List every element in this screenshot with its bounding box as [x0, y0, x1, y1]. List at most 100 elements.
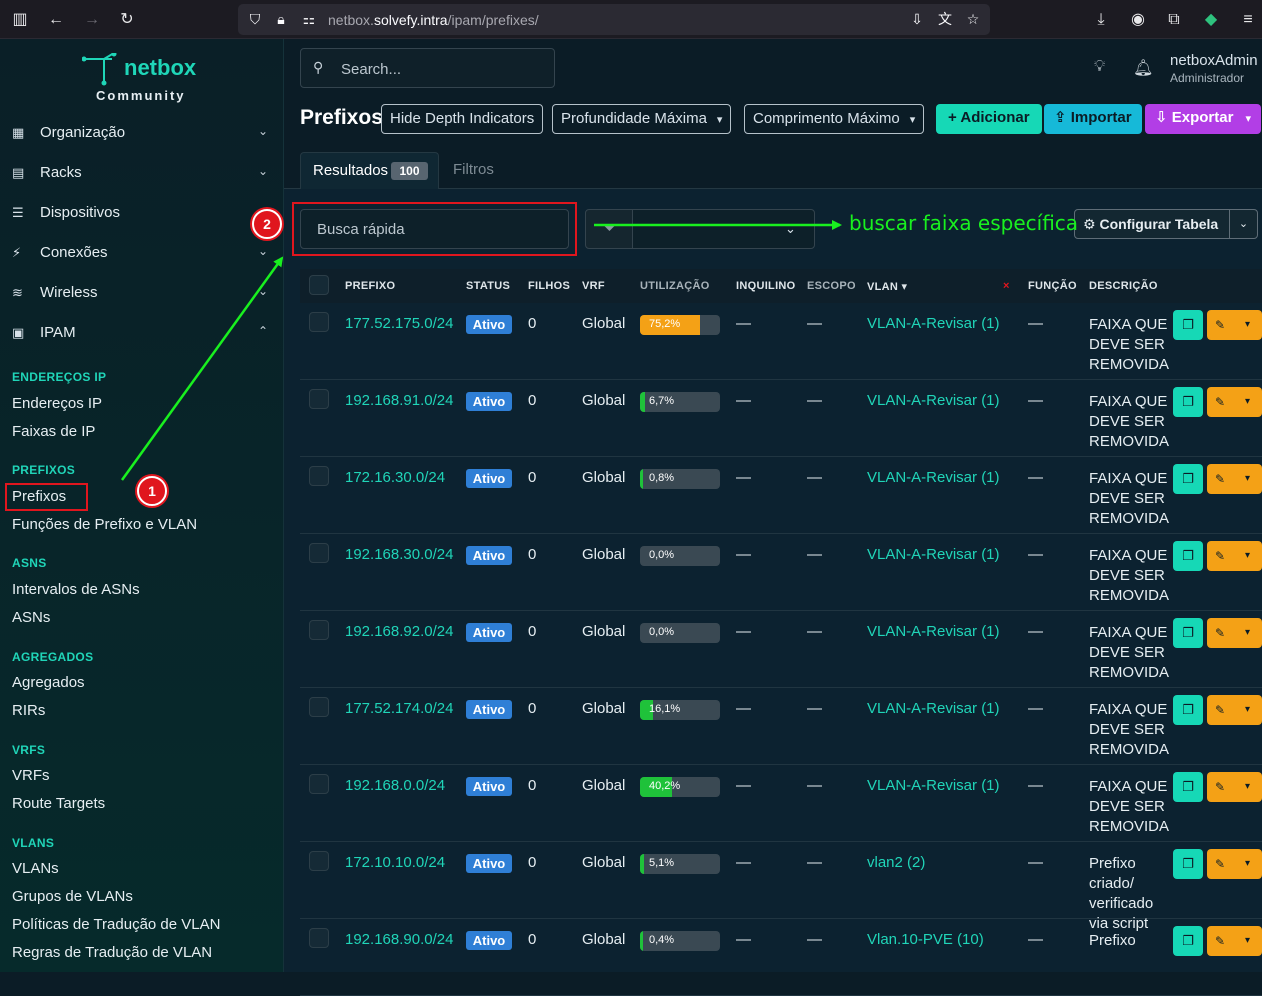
row-checkbox[interactable] — [309, 774, 329, 794]
add-button[interactable]: + Adicionar — [936, 104, 1042, 134]
global-search-input[interactable]: ⚲ Search... — [300, 48, 555, 88]
row-checkbox[interactable] — [309, 697, 329, 717]
tab-results[interactable]: Resultados 100 — [300, 152, 439, 189]
edit-button[interactable]: ✎ ▾ — [1207, 926, 1262, 956]
save-page-icon[interactable]: ⇩ — [908, 10, 926, 28]
col-vlan[interactable]: VLAN ▾ — [867, 280, 907, 293]
col-tenant[interactable]: INQUILINO — [736, 280, 796, 292]
address-bar[interactable]: ⛉ 🔒︎ ⚏ netbox.solvefy.intra/ipam/prefixe… — [238, 4, 990, 35]
vlan-link[interactable]: VLAN-A-Revisar (1) — [867, 546, 1000, 563]
prefix-link[interactable]: 177.52.175.0/24 — [345, 315, 453, 332]
forward-arrow-icon[interactable]: → — [82, 10, 102, 30]
vlan-link[interactable]: VLAN-A-Revisar (1) — [867, 777, 1000, 794]
download-icon[interactable]: ⤓ — [1091, 10, 1111, 30]
clone-button[interactable]: ❐ — [1173, 387, 1203, 417]
edit-button[interactable]: ✎ ▾ — [1207, 772, 1262, 802]
clone-button[interactable]: ❐ — [1173, 772, 1203, 802]
translate-icon[interactable]: 文 — [936, 10, 954, 28]
clone-button[interactable]: ❐ — [1173, 926, 1203, 956]
nav-conexoes[interactable]: ⚡︎ Conexões ⌄ — [0, 238, 284, 268]
col-utilization[interactable]: UTILIZAÇÃO — [640, 280, 710, 292]
row-checkbox[interactable] — [309, 543, 329, 563]
prefix-link[interactable]: 172.10.10.0/24 — [345, 854, 445, 871]
clone-button[interactable]: ❐ — [1173, 310, 1203, 340]
col-children[interactable]: FILHOS — [528, 280, 570, 292]
prefix-link[interactable]: 177.52.174.0/24 — [345, 700, 453, 717]
prefix-link[interactable]: 192.168.0.0/24 — [345, 777, 445, 794]
configure-table-dropdown[interactable]: ⌄ — [1229, 209, 1258, 239]
vlan-link[interactable]: VLAN-A-Revisar (1) — [867, 623, 1000, 640]
row-checkbox[interactable] — [309, 620, 329, 640]
link-vlans[interactable]: VLANs — [12, 860, 59, 877]
link-vlan-translation-policies[interactable]: Políticas de Tradução de VLAN — [12, 916, 220, 933]
prefix-link[interactable]: 192.168.90.0/24 — [345, 931, 453, 948]
edit-button[interactable]: ✎ ▾ — [1207, 310, 1262, 340]
col-description[interactable]: DESCRIÇÃO — [1089, 280, 1158, 292]
link-rirs[interactable]: RIRs — [12, 702, 45, 719]
max-depth-dropdown[interactable]: Profundidade Máxima ▾ — [552, 104, 732, 134]
prefix-link[interactable]: 192.168.92.0/24 — [345, 623, 453, 640]
menu-icon[interactable]: ≡ — [1238, 10, 1258, 30]
prefix-link[interactable]: 192.168.91.0/24 — [345, 392, 453, 409]
row-checkbox[interactable] — [309, 312, 329, 332]
link-route-targets[interactable]: Route Targets — [12, 795, 105, 812]
extension-badge-icon[interactable]: ◆ — [1201, 10, 1221, 30]
clone-button[interactable]: ❐ — [1173, 618, 1203, 648]
col-scope[interactable]: ESCOPO — [807, 280, 856, 292]
col-status[interactable]: STATUS — [466, 280, 510, 292]
link-ip-addresses[interactable]: Endereços IP — [12, 395, 102, 412]
export-button[interactable]: ⇩ Exportar ▾ — [1145, 104, 1261, 134]
link-vrfs[interactable]: VRFs — [12, 767, 50, 784]
nav-organizacao[interactable]: ▦ Organização ⌄ — [0, 118, 284, 148]
edit-button[interactable]: ✎ ▾ — [1207, 618, 1262, 648]
clone-button[interactable]: ❐ — [1173, 695, 1203, 725]
user-name[interactable]: netboxAdmin — [1170, 52, 1258, 69]
clone-button[interactable]: ❐ — [1173, 849, 1203, 879]
link-aggregates[interactable]: Agregados — [12, 674, 85, 691]
link-asns[interactable]: ASNs — [12, 609, 50, 626]
edit-button[interactable]: ✎ ▾ — [1207, 849, 1262, 879]
link-ip-ranges[interactable]: Faixas de IP — [12, 423, 95, 440]
hide-depth-button[interactable]: Hide Depth Indicators — [381, 104, 544, 134]
link-prefix-vlan-roles[interactable]: Funções de Prefixo e VLAN — [12, 516, 197, 533]
vlan-link[interactable]: VLAN-A-Revisar (1) — [867, 700, 1000, 717]
row-checkbox[interactable] — [309, 466, 329, 486]
prefix-link[interactable]: 192.168.30.0/24 — [345, 546, 453, 563]
col-role[interactable]: FUNÇÃO — [1028, 280, 1077, 292]
vlan-link[interactable]: VLAN-A-Revisar (1) — [867, 315, 1000, 332]
extensions-icon[interactable]: ⧉ — [1164, 10, 1184, 30]
back-arrow-icon[interactable]: ← — [46, 10, 66, 30]
edit-button[interactable]: ✎ ▾ — [1207, 464, 1262, 494]
row-checkbox[interactable] — [309, 928, 329, 948]
tab-filters[interactable]: Filtros — [453, 161, 494, 178]
clone-button[interactable]: ❐ — [1173, 464, 1203, 494]
vlan-link[interactable]: VLAN-A-Revisar (1) — [867, 392, 1000, 409]
account-icon[interactable]: ◉ — [1128, 10, 1148, 30]
nav-racks[interactable]: ▤ Racks ⌄ — [0, 158, 284, 188]
row-checkbox[interactable] — [309, 389, 329, 409]
theme-lightbulb-icon[interactable]: 💡︎ — [1094, 58, 1105, 76]
sidebar-toggle-icon[interactable]: ▥ — [10, 10, 30, 30]
row-checkbox[interactable] — [309, 851, 329, 871]
nav-dispositivos[interactable]: ☰ Dispositivos ⌄ — [0, 198, 284, 228]
col-vrf[interactable]: VRF — [582, 280, 605, 292]
import-button[interactable]: ⇪ Importar — [1044, 104, 1142, 134]
configure-table-button[interactable]: ⚙ Configurar Tabela — [1074, 209, 1230, 239]
vlan-link[interactable]: VLAN-A-Revisar (1) — [867, 469, 1000, 486]
clear-sort-icon[interactable]: × — [1003, 280, 1010, 292]
filter-type-button[interactable]: ⏷ — [585, 209, 633, 249]
vlan-link[interactable]: Vlan.10-PVE (10) — [867, 931, 984, 948]
saved-filter-select[interactable]: ⌄ — [632, 209, 815, 249]
link-vlan-groups[interactable]: Grupos de VLANs — [12, 888, 133, 905]
edit-button[interactable]: ✎ ▾ — [1207, 387, 1262, 417]
notifications-bell-icon[interactable]: 🔔︎ — [1133, 58, 1153, 78]
edit-button[interactable]: ✎ ▾ — [1207, 695, 1262, 725]
edit-button[interactable]: ✎ ▾ — [1207, 541, 1262, 571]
reload-icon[interactable]: ↻ — [117, 10, 137, 30]
nav-ipam[interactable]: ▣ IPAM ⌃ — [0, 318, 284, 348]
clone-button[interactable]: ❐ — [1173, 541, 1203, 571]
max-length-dropdown[interactable]: Comprimento Máximo ▾ — [744, 104, 925, 134]
link-vlan-translation-rules[interactable]: Regras de Tradução de VLAN — [12, 944, 212, 961]
vlan-link[interactable]: vlan2 (2) — [867, 854, 925, 871]
col-prefix[interactable]: PREFIXO — [345, 280, 395, 292]
